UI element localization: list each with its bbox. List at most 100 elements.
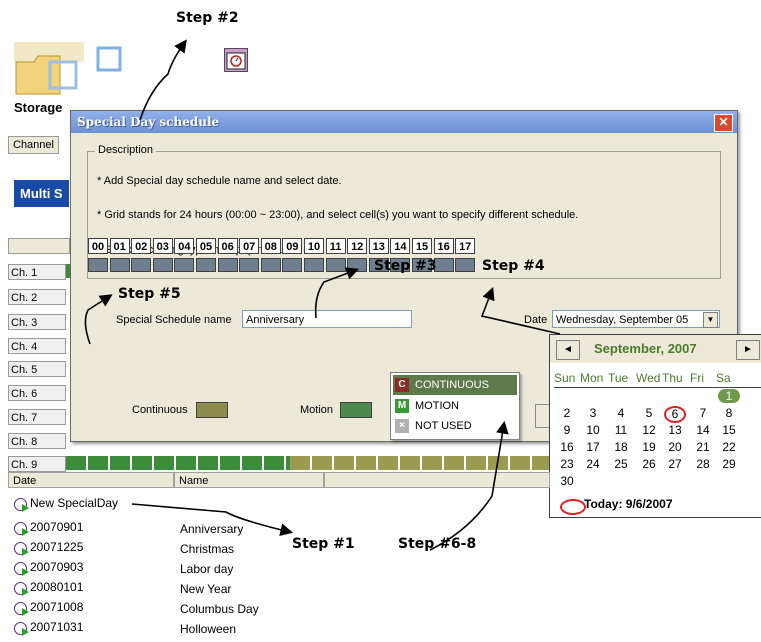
- special-day-date[interactable]: 20070901: [30, 520, 83, 534]
- schedule-slot-cell[interactable]: [152, 258, 173, 272]
- channel-row[interactable]: Ch. 1: [8, 264, 66, 280]
- calendar-day[interactable]: 6: [664, 406, 686, 423]
- calendar-day[interactable]: 26: [638, 457, 660, 471]
- hour-cell[interactable]: 10: [304, 238, 324, 254]
- calendar-day[interactable]: 24: [582, 457, 604, 471]
- calendar-day[interactable]: 11: [610, 423, 632, 437]
- hour-cell[interactable]: 14: [390, 238, 411, 254]
- schedule-slot-cell[interactable]: [282, 258, 303, 272]
- calendar-day[interactable]: 7: [692, 406, 714, 420]
- close-icon[interactable]: ✕: [714, 114, 733, 132]
- date-picker[interactable]: Wednesday, September 05 ▼: [552, 310, 720, 328]
- list-header-name[interactable]: Name: [174, 472, 324, 488]
- hour-cell[interactable]: 13: [368, 238, 389, 254]
- hour-cell[interactable]: 06: [217, 238, 238, 254]
- hour-cell[interactable]: 02: [131, 238, 152, 254]
- calendar-day[interactable]: 16: [556, 440, 578, 454]
- calendar-day[interactable]: 3: [582, 406, 604, 420]
- schedule-slot-cell[interactable]: [325, 258, 346, 272]
- schedule-slot-cell[interactable]: [455, 258, 476, 272]
- calendar-day[interactable]: 2: [556, 406, 578, 420]
- schedule-slot-cell[interactable]: [88, 258, 108, 272]
- hour-cell[interactable]: 05: [196, 238, 216, 254]
- channel-row[interactable]: Ch. 4: [8, 338, 66, 354]
- schedule-toolbar-icon[interactable]: [224, 48, 248, 72]
- calendar-day[interactable]: 13: [664, 423, 686, 437]
- new-special-day-item[interactable]: New SpecialDay: [30, 496, 118, 510]
- hour-cell[interactable]: 16: [433, 238, 454, 254]
- schedule-slot-cell[interactable]: [239, 258, 260, 272]
- special-day-date[interactable]: 20080101: [30, 580, 83, 594]
- special-day-date[interactable]: 20071031: [30, 620, 83, 634]
- prev-month-icon[interactable]: ◄: [556, 340, 580, 360]
- calendar-day[interactable]: 4: [610, 406, 632, 420]
- dialog-button-edge[interactable]: [535, 404, 550, 428]
- calendar-day[interactable]: 9: [556, 423, 578, 437]
- channel-row[interactable]: Ch. 3: [8, 314, 66, 330]
- schedule-name-input[interactable]: Anniversary: [242, 310, 412, 328]
- calendar-day[interactable]: 17: [582, 440, 604, 454]
- channel-row[interactable]: Ch. 2: [8, 289, 66, 305]
- channel-row[interactable]: Ch. 8: [8, 433, 66, 449]
- calendar-day[interactable]: 15: [718, 423, 740, 437]
- special-day-date[interactable]: 20070903: [30, 560, 83, 574]
- hour-cell[interactable]: 04: [174, 238, 195, 254]
- hour-cell[interactable]: 09: [282, 238, 303, 254]
- special-day-date[interactable]: 20071008: [30, 600, 83, 614]
- schedule-slot-cell[interactable]: [347, 258, 368, 272]
- calendar-day[interactable]: 10: [582, 423, 604, 437]
- special-day-name[interactable]: Christmas: [180, 542, 234, 556]
- channel-row[interactable]: Ch. 5: [8, 361, 66, 377]
- hour-cell[interactable]: 03: [152, 238, 173, 254]
- calendar-today-label[interactable]: Today: 9/6/2007: [584, 497, 673, 511]
- calendar-day[interactable]: 5: [638, 406, 660, 420]
- menu-item-not-used[interactable]: × NOT USED: [393, 416, 517, 436]
- multi-schedule-button[interactable]: Multi S: [14, 180, 69, 207]
- calendar-day[interactable]: 19: [638, 440, 660, 454]
- hour-cell[interactable]: 07: [239, 238, 260, 254]
- hour-cell[interactable]: 17: [455, 238, 476, 254]
- calendar-day[interactable]: 25: [610, 457, 632, 471]
- channel-row[interactable]: Ch. 9: [8, 456, 66, 472]
- calendar-day[interactable]: 18: [610, 440, 632, 454]
- calendar-day[interactable]: 14: [692, 423, 714, 437]
- hour-cell[interactable]: 15: [412, 238, 432, 254]
- calendar-day[interactable]: 21: [692, 440, 714, 454]
- hour-cell[interactable]: 01: [109, 238, 130, 254]
- calendar-day[interactable]: 30: [556, 474, 578, 488]
- hour-cell[interactable]: 08: [260, 238, 281, 254]
- special-day-name[interactable]: Holloween: [180, 622, 236, 636]
- calendar-day[interactable]: 8: [718, 406, 740, 420]
- schedule-slot-cell[interactable]: [304, 258, 324, 272]
- schedule-slot-cell[interactable]: [174, 258, 195, 272]
- calendar-day[interactable]: 29: [718, 457, 740, 471]
- hour-cell[interactable]: 00: [88, 238, 108, 254]
- calendar-day[interactable]: 1: [718, 389, 740, 403]
- calendar-day[interactable]: 20: [664, 440, 686, 454]
- calendar-day[interactable]: 23: [556, 457, 578, 471]
- tab-channel[interactable]: Channel: [8, 136, 59, 154]
- special-day-name[interactable]: Labor day: [180, 562, 233, 576]
- special-day-name[interactable]: Anniversary: [180, 522, 243, 536]
- hour-cell[interactable]: 11: [325, 238, 346, 254]
- schedule-slot-cell[interactable]: [217, 258, 238, 272]
- calendar-day[interactable]: 22: [718, 440, 740, 454]
- list-header-date[interactable]: Date: [8, 472, 174, 488]
- schedule-slot-cell[interactable]: [196, 258, 216, 272]
- schedule-slot-cell[interactable]: [260, 258, 281, 272]
- schedule-slot-cell[interactable]: [109, 258, 130, 272]
- channel-row[interactable]: Ch. 6: [8, 385, 66, 401]
- special-day-date[interactable]: 20071225: [30, 540, 83, 554]
- special-day-name[interactable]: Columbus Day: [180, 602, 259, 616]
- next-month-icon[interactable]: ►: [736, 340, 760, 360]
- calendar-day[interactable]: 27: [664, 457, 686, 471]
- special-day-name[interactable]: New Year: [180, 582, 231, 596]
- menu-item-motion[interactable]: M MOTION: [393, 396, 517, 416]
- calendar-day[interactable]: 12: [638, 423, 660, 437]
- schedule-slot-cell[interactable]: [131, 258, 152, 272]
- channel-row[interactable]: Ch. 7: [8, 409, 66, 425]
- hour-cell[interactable]: 12: [347, 238, 368, 254]
- menu-item-continuous[interactable]: C CONTINUOUS: [393, 375, 517, 395]
- chevron-down-icon[interactable]: ▼: [703, 312, 718, 328]
- calendar-day[interactable]: 28: [692, 457, 714, 471]
